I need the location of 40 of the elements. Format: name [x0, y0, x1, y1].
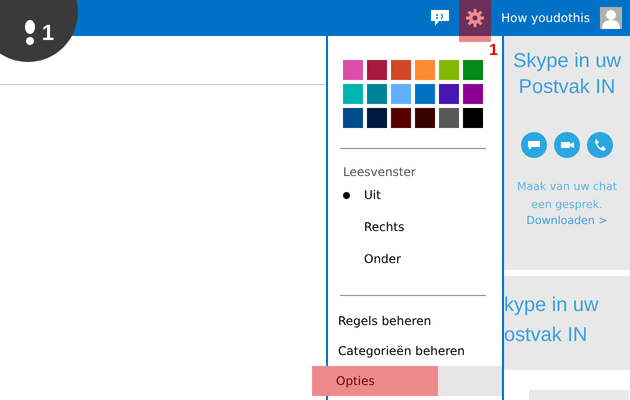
reading-pane-option[interactable]: Rechts — [364, 220, 404, 234]
theme-color-swatch[interactable] — [415, 84, 435, 104]
footprint-icon — [24, 20, 36, 46]
theme-color-swatch[interactable] — [367, 108, 387, 128]
theme-color-swatch[interactable] — [343, 108, 363, 128]
theme-color-swatch[interactable] — [367, 84, 387, 104]
reading-pane-option[interactable]: Onder — [364, 252, 401, 266]
section-heading: Leesvenster — [343, 165, 417, 179]
ad-title: ostvak IN — [504, 323, 588, 348]
theme-color-swatch[interactable] — [391, 108, 411, 128]
theme-color-swatch[interactable] — [463, 84, 483, 104]
theme-color-swatch[interactable] — [415, 108, 435, 128]
settings-icon — [466, 9, 484, 27]
theme-color-swatch[interactable] — [463, 108, 483, 128]
theme-color-swatch[interactable] — [415, 60, 435, 80]
annotation-number: 1 — [489, 42, 498, 60]
settings-button[interactable] — [459, 0, 492, 36]
theme-color-swatch[interactable] — [391, 84, 411, 104]
theme-color-swatch[interactable] — [439, 60, 459, 80]
avatar-icon[interactable] — [600, 7, 622, 29]
theme-color-swatch[interactable] — [439, 108, 459, 128]
ad-text: Maak van uw chat een gesprek. — [516, 179, 618, 213]
feedback-icon[interactable] — [431, 10, 450, 26]
video-icon[interactable] — [554, 132, 580, 158]
theme-color-swatch[interactable] — [391, 60, 411, 80]
user-name[interactable]: How youdothis — [501, 11, 590, 25]
ad-title: kype in uw — [504, 293, 600, 318]
chat-icon[interactable] — [521, 132, 547, 158]
ad-title: Skype in uw Postvak IN — [512, 49, 622, 100]
theme-color-swatch[interactable] — [367, 60, 387, 80]
theme-color-swatch[interactable] — [439, 84, 459, 104]
menu-item[interactable]: Opties — [312, 366, 502, 396]
theme-color-swatch[interactable] — [343, 60, 363, 80]
reading-pane-option[interactable]: Uit — [364, 188, 381, 202]
theme-color-swatch[interactable] — [463, 60, 483, 80]
theme-color-swatch[interactable] — [343, 84, 363, 104]
phone-icon[interactable] — [587, 132, 613, 158]
menu-item[interactable]: Regels beheren — [328, 306, 502, 336]
step-number: 1 — [42, 20, 54, 46]
menu-item[interactable]: Categorieën beheren — [328, 336, 502, 366]
